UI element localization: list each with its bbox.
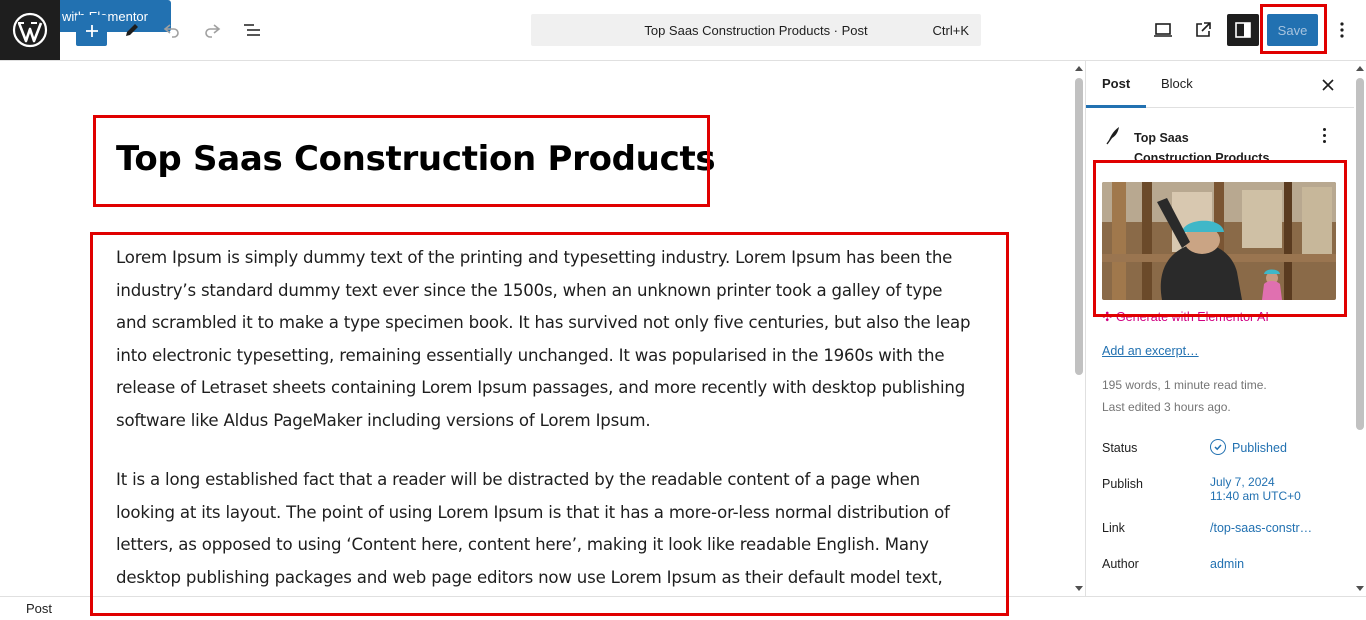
publish-label: Publish [1102,477,1143,491]
canvas-scroll-thumb[interactable] [1075,78,1083,375]
close-icon [1322,79,1334,91]
post-card-title: Top Saas Construction Products [1134,128,1294,168]
post-title[interactable]: Top Saas Construction Products [116,139,716,179]
command-shortcut: Ctrl+K [932,23,969,38]
settings-sidebar: Post Block Top Saas Construction Product… [1085,61,1366,596]
active-tab-indicator [1086,105,1146,108]
permalink-button[interactable]: /top-saas-constr… [1210,521,1312,535]
publish-time: 11:40 am UTC+0 [1210,489,1301,503]
word-count: 195 words, 1 minute read time. [1102,378,1267,392]
plus-icon [85,24,98,37]
tab-post[interactable]: Post [1102,76,1130,91]
scroll-up-icon[interactable] [1356,66,1364,71]
save-button[interactable]: Save [1267,14,1318,46]
redo-icon [205,24,221,38]
post-card-title-line: Top Saas [1134,131,1189,145]
desktop-icon [1154,23,1172,37]
canvas-scrollbar[interactable] [1073,61,1085,596]
editor-canvas[interactable]: Top Saas Construction Products Lorem Ips… [0,61,1073,596]
author-button[interactable]: admin [1210,557,1244,571]
undo-button[interactable] [156,14,188,46]
status-value-button[interactable]: Published [1232,441,1287,455]
sidebar-icon [1235,22,1251,38]
sparkle-icon: ✣ [1102,310,1116,324]
editor-toolbar: Edit with Elementor Top Saas Constructio… [0,0,1366,61]
document-title: Top Saas Construction Products · Post [644,23,868,38]
paragraph-block[interactable]: It is a long established fact that a rea… [116,464,976,594]
publish-date-button[interactable]: July 7, 2024 11:40 am UTC+0 [1210,475,1301,503]
kebab-icon [1340,22,1344,38]
tools-button[interactable] [116,14,148,46]
list-view-button[interactable] [236,14,268,46]
post-card-title-line: Construction Products [1134,151,1270,165]
external-link-icon [1196,22,1211,37]
featured-image[interactable] [1102,182,1336,300]
paragraph-block[interactable]: Lorem Ipsum is simply dummy text of the … [116,242,976,437]
generate-ai-link[interactable]: ✣ Generate with Elementor AI [1102,309,1269,324]
list-view-icon [244,24,260,36]
sidebar-tabs: Post Block [1086,61,1356,108]
redo-button[interactable] [196,14,228,46]
scroll-up-icon[interactable] [1075,66,1083,71]
command-palette-bar[interactable]: Top Saas Construction Products · Post Ct… [531,14,981,46]
tab-block[interactable]: Block [1161,76,1193,91]
options-button[interactable] [1332,14,1352,46]
wordpress-logo-icon[interactable] [0,0,60,60]
status-label: Status [1102,441,1138,455]
settings-toggle-button[interactable] [1227,14,1259,46]
scroll-down-icon[interactable] [1075,586,1083,591]
scroll-down-icon[interactable] [1356,586,1364,591]
author-label: Author [1102,557,1139,571]
view-button[interactable] [1147,14,1179,46]
publish-date: July 7, 2024 [1210,475,1275,489]
generate-ai-label: Generate with Elementor AI [1115,310,1269,324]
published-check-icon [1210,439,1226,455]
block-breadcrumb-bar: Post [0,596,1366,620]
breadcrumb-post[interactable]: Post [26,601,52,616]
close-sidebar-button[interactable] [1318,75,1338,95]
preview-button[interactable] [1187,14,1219,46]
pencil-icon [126,24,138,36]
sidebar-scroll-thumb[interactable] [1356,78,1364,430]
link-label: Link [1102,521,1125,535]
add-block-button[interactable] [76,15,107,46]
undo-icon [163,24,179,38]
last-edited: Last edited 3 hours ago. [1102,400,1231,414]
post-actions-button[interactable] [1316,125,1332,145]
post-feather-icon [1104,125,1122,150]
add-excerpt-link[interactable]: Add an excerpt… [1102,344,1199,358]
sidebar-scrollbar[interactable] [1354,61,1366,596]
